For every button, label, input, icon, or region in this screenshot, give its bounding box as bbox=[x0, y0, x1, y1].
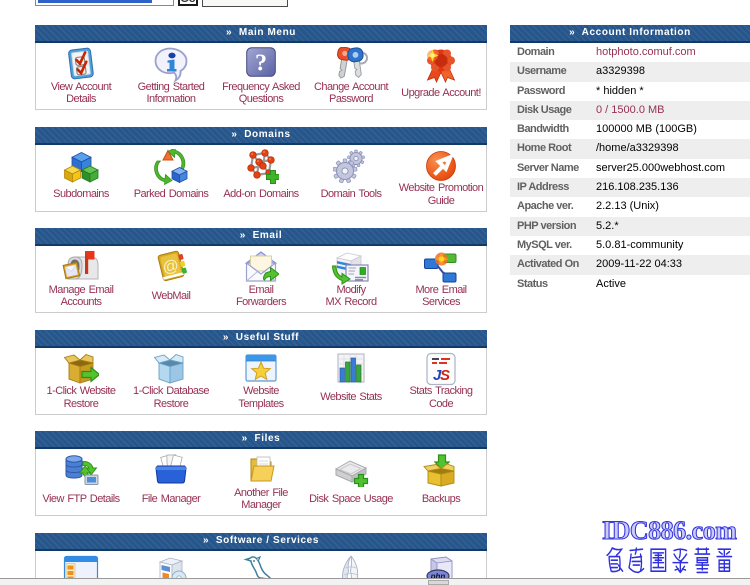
svg-text:?: ? bbox=[255, 51, 267, 77]
svg-text:S: S bbox=[440, 367, 450, 384]
